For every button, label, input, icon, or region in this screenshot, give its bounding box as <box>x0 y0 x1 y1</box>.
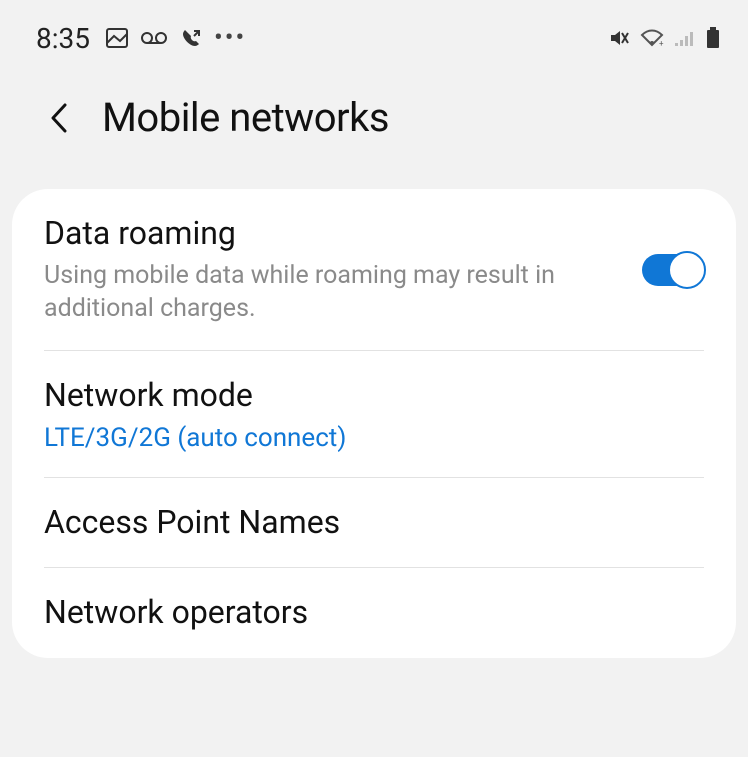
svg-text:+: + <box>659 39 664 47</box>
setting-title: Access Point Names <box>44 502 704 544</box>
status-right: + <box>608 27 720 49</box>
setting-title: Network mode <box>44 375 704 417</box>
data-roaming-toggle[interactable] <box>642 254 704 286</box>
header: Mobile networks <box>0 72 748 171</box>
setting-data-roaming[interactable]: Data roaming Using mobile data while roa… <box>44 189 704 351</box>
voicemail-icon <box>140 31 168 45</box>
image-icon <box>106 28 128 48</box>
back-button[interactable] <box>42 102 74 134</box>
settings-card: Data roaming Using mobile data while roa… <box>12 189 736 658</box>
status-bar: 8:35 ••• + <box>0 0 748 72</box>
setting-subtitle: Using mobile data while roaming may resu… <box>44 259 584 327</box>
toggle-knob <box>668 251 706 289</box>
wifi-icon: + <box>640 29 664 47</box>
call-forward-icon <box>180 27 202 49</box>
setting-title: Data roaming <box>44 213 622 255</box>
setting-value: LTE/3G/2G (auto connect) <box>44 423 704 453</box>
battery-icon <box>706 27 720 49</box>
setting-network-mode[interactable]: Network mode LTE/3G/2G (auto connect) <box>44 351 704 478</box>
more-dots-icon: ••• <box>214 23 246 53</box>
mute-icon <box>608 27 630 49</box>
status-time: 8:35 <box>36 22 90 55</box>
setting-network-operators[interactable]: Network operators <box>44 568 704 658</box>
signal-icon <box>674 29 696 47</box>
setting-access-point-names[interactable]: Access Point Names <box>44 478 704 569</box>
status-left: 8:35 ••• <box>36 22 246 55</box>
setting-title: Network operators <box>44 592 704 634</box>
page-title: Mobile networks <box>102 94 389 141</box>
